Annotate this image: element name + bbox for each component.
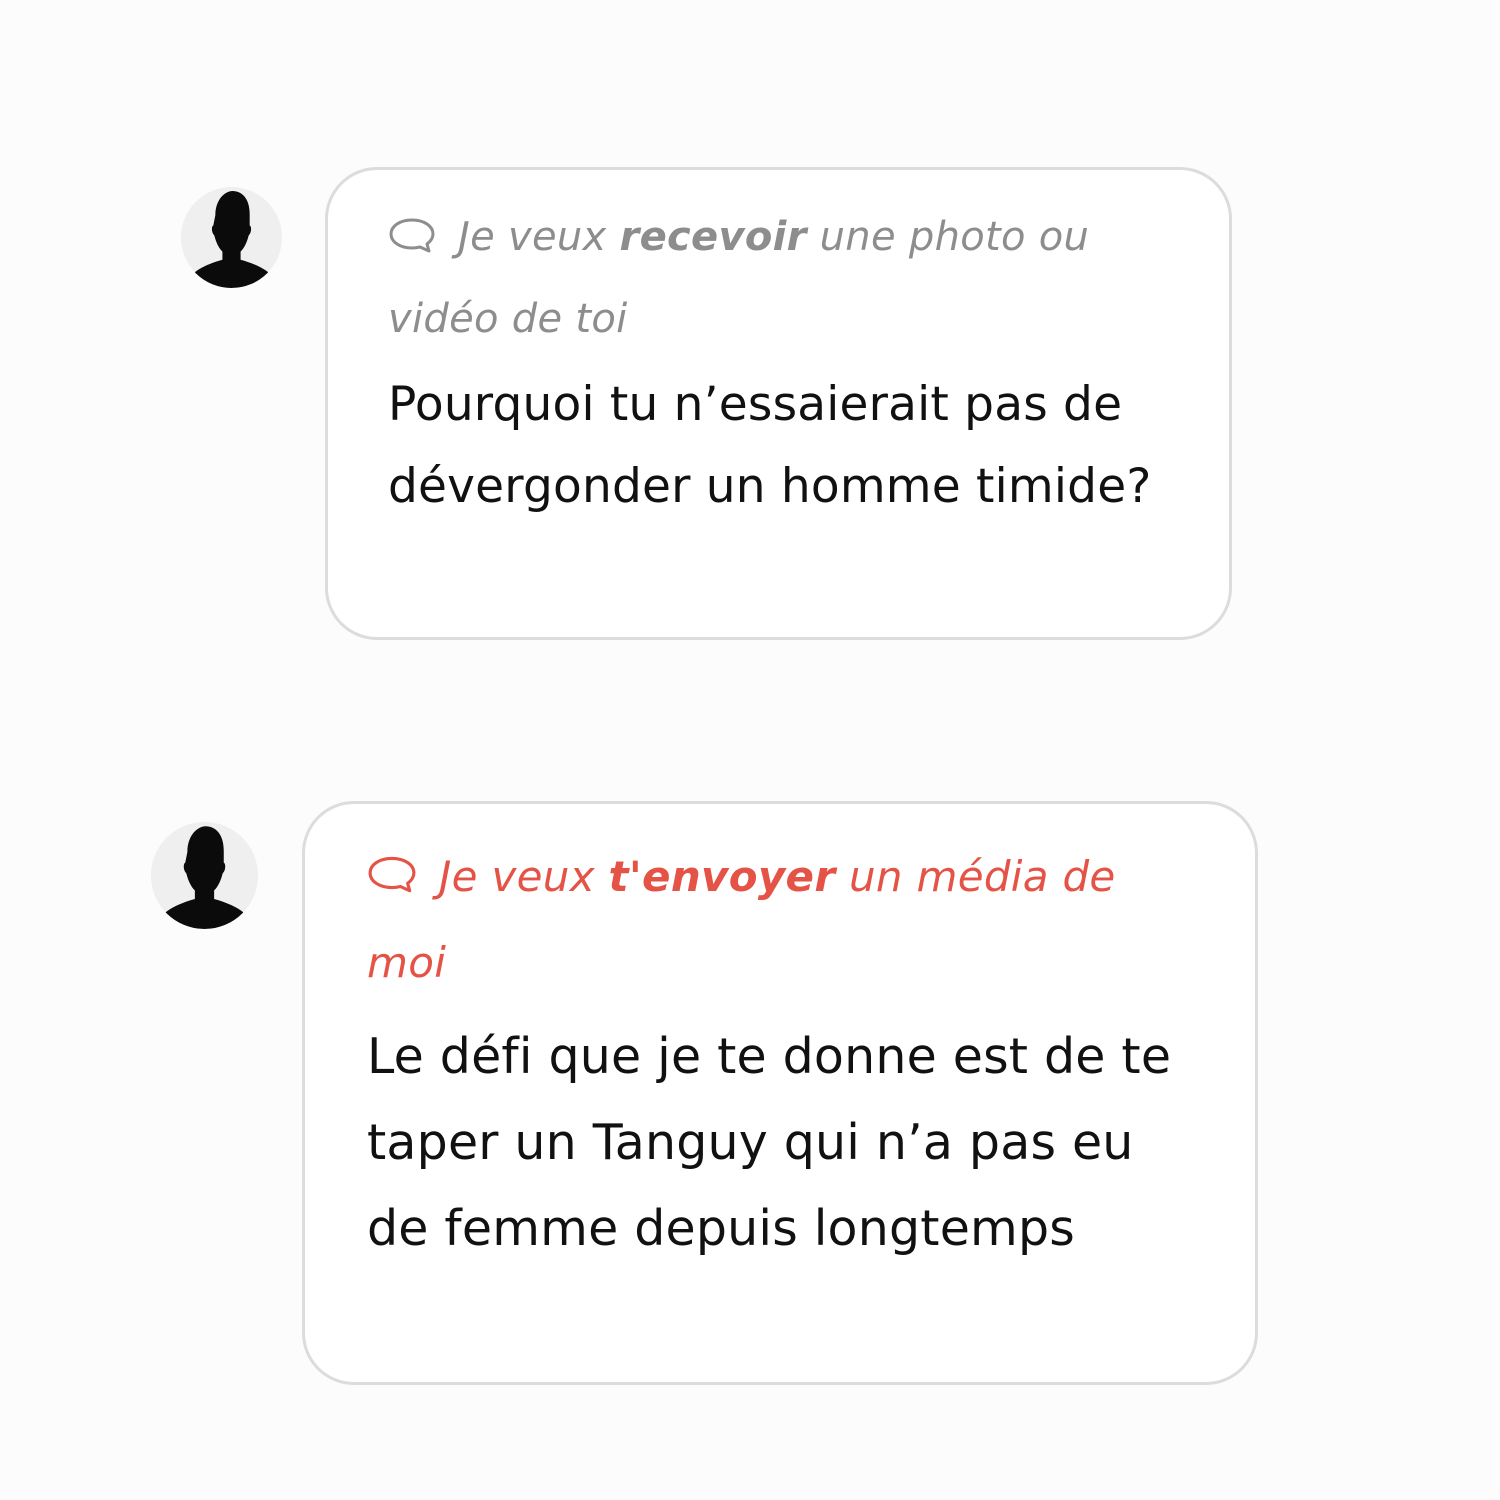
message-bubble[interactable]: Je veux t'envoyer un média de moi Le déf… [302,801,1258,1385]
message-bubble[interactable]: Je veux recevoir une photo ou vidéo de t… [325,167,1232,640]
message-text: Pourquoi tu n’essaierait pas de dévergon… [388,377,1152,514]
media-send-tag: Je veux t'envoyer un média de moi [367,834,1193,1006]
tag-emphasis: t'envoyer [608,852,836,901]
tag-emphasis: recevoir [619,214,807,260]
chat-bubble-icon [388,217,436,253]
message-text: Le défi que je te donne est de te taper … [367,1028,1172,1257]
avatar[interactable] [151,822,258,929]
tag-prefix: Je veux [458,214,620,260]
person-silhouette-icon [181,187,282,288]
tag-prefix: Je veux [439,852,609,901]
avatar[interactable] [181,187,282,288]
media-request-tag: Je veux recevoir une photo ou vidéo de t… [388,196,1169,360]
chat-bubble-icon [367,854,417,894]
person-silhouette-icon [151,822,258,929]
